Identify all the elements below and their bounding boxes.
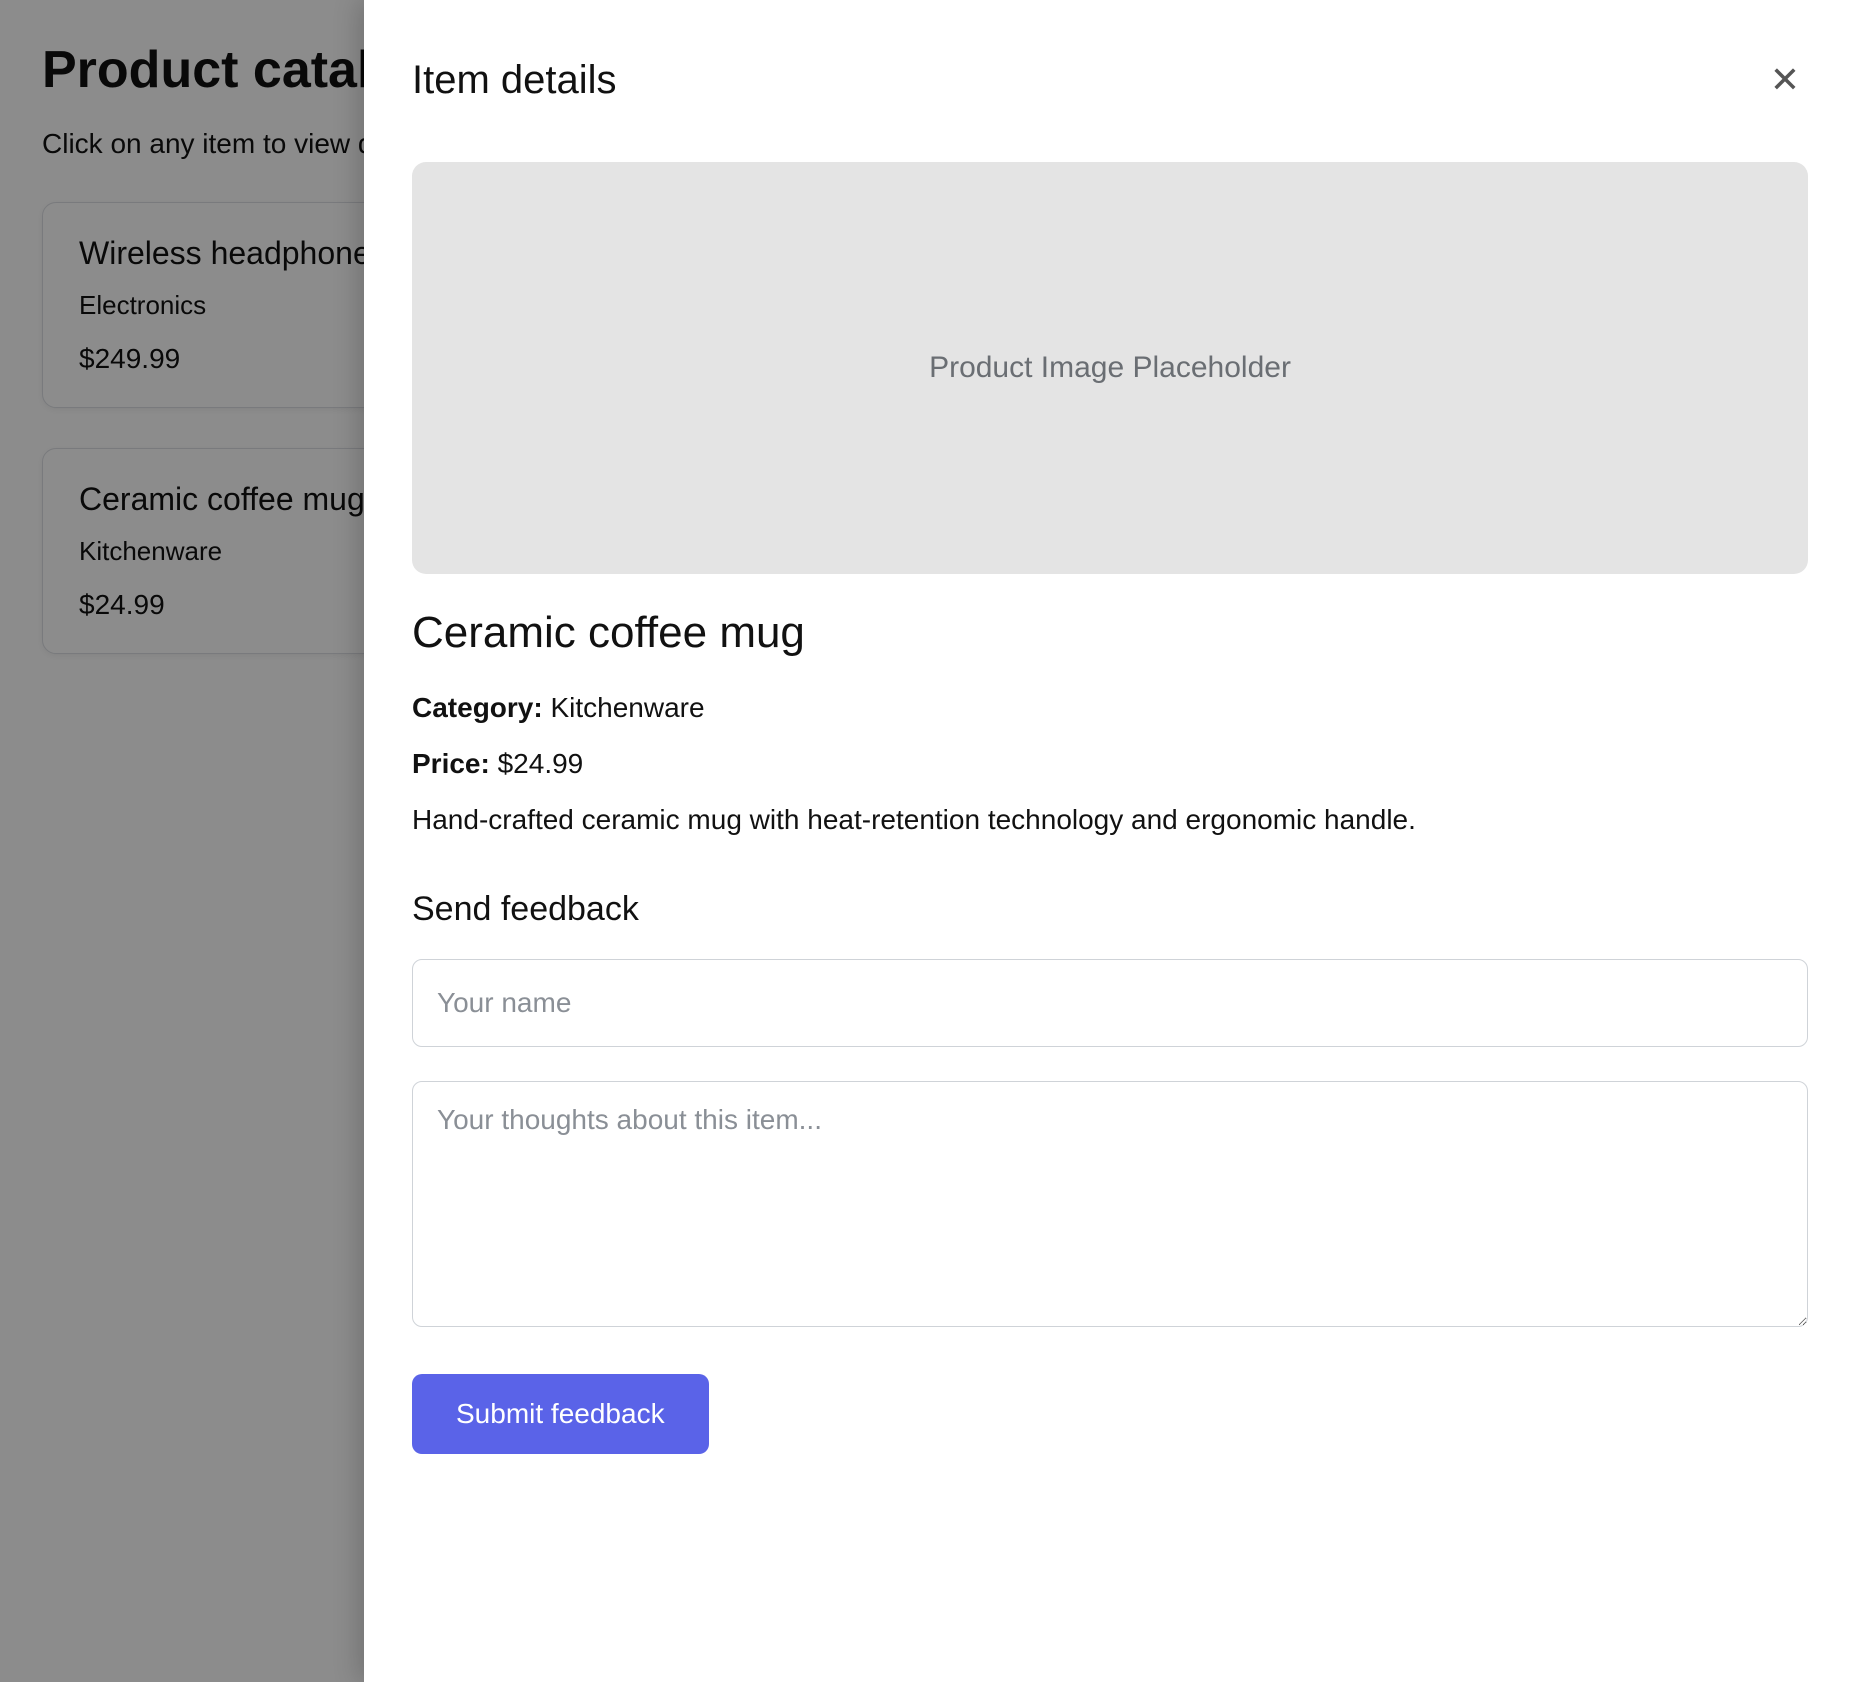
image-placeholder-text: Product Image Placeholder <box>929 351 1291 385</box>
feedback-section: Send feedback Submit feedback <box>412 890 1808 1454</box>
feedback-heading: Send feedback <box>412 890 1808 929</box>
item-details-drawer: Item details ✕ Product Image Placeholder… <box>364 0 1856 1682</box>
submit-feedback-button[interactable]: Submit feedback <box>412 1374 709 1454</box>
price-label: Price: <box>412 748 490 779</box>
product-name: Ceramic coffee mug <box>412 608 1808 658</box>
category-label: Category: <box>412 692 543 723</box>
feedback-name-input[interactable] <box>412 959 1808 1047</box>
drawer-title: Item details <box>412 58 617 103</box>
product-description: Hand-crafted ceramic mug with heat-reten… <box>412 804 1808 836</box>
price-value: $24.99 <box>498 748 584 779</box>
price-line: Price: $24.99 <box>412 748 1808 780</box>
close-icon: ✕ <box>1770 59 1800 100</box>
category-value: Kitchenware <box>550 692 704 723</box>
product-image-placeholder: Product Image Placeholder <box>412 162 1808 574</box>
feedback-thoughts-textarea[interactable] <box>412 1081 1808 1327</box>
close-button[interactable]: ✕ <box>1762 54 1808 106</box>
category-line: Category: Kitchenware <box>412 692 1808 724</box>
drawer-header: Item details ✕ <box>412 54 1808 106</box>
